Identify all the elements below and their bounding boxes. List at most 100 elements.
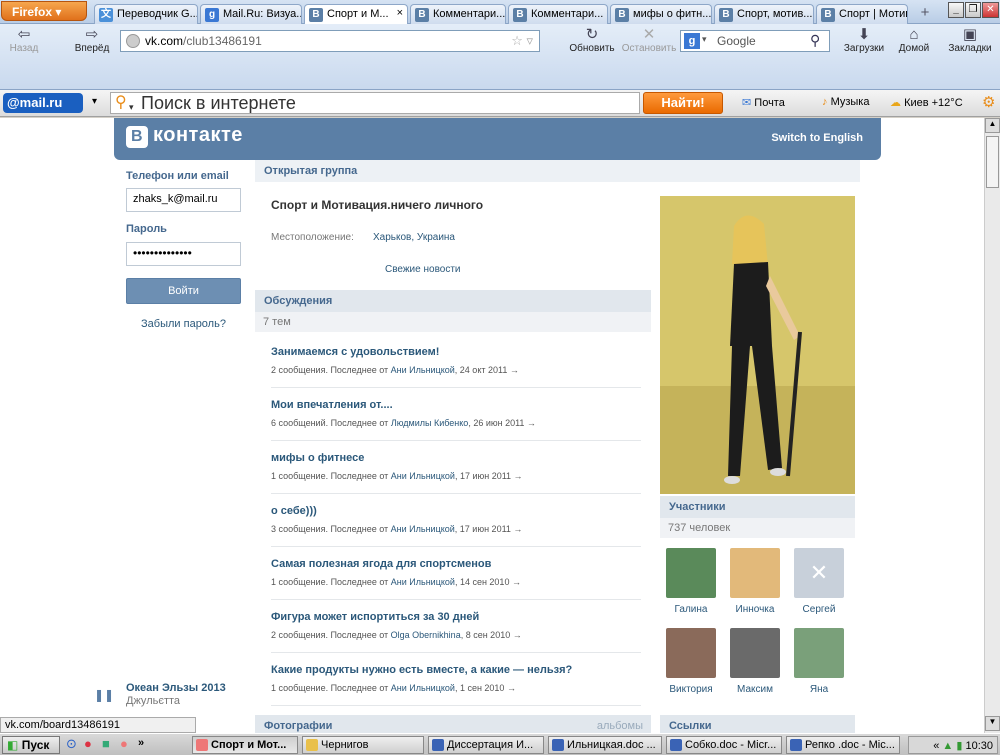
tab-1[interactable]: 文 Переводчик G... (94, 4, 198, 24)
close-tab-icon[interactable]: × (397, 7, 403, 19)
search-engine-box[interactable]: g ▾ Google (680, 30, 830, 52)
mail-button[interactable]: ✉ Почта (742, 96, 785, 109)
topic-author-link[interactable]: Ани Ильницкой (391, 524, 455, 534)
password-field[interactable]: •••••••••••••• (126, 242, 241, 266)
member-card[interactable]: Виктория (662, 628, 720, 695)
tab-6[interactable]: Bмифы о фитн... (610, 4, 712, 24)
taskbar-item[interactable]: Собко.doc - Micr... (666, 736, 782, 754)
opera-icon[interactable]: ● (84, 736, 98, 752)
weather-button[interactable]: ☁ Киев +12°C (890, 96, 963, 109)
search-engine-dropdown-icon[interactable]: ▾ (702, 34, 707, 45)
topic-title-link[interactable]: о себе))) (271, 505, 317, 517)
start-button[interactable]: ◧ Пуск (2, 736, 60, 754)
vertical-scrollbar[interactable]: ▲ ▼ (984, 118, 1000, 733)
more-quicklaunch-icon[interactable]: » (138, 737, 152, 753)
show-desktop-icon[interactable]: ⊙ (66, 736, 80, 752)
tab-4[interactable]: B Комментари... (410, 4, 506, 24)
topic-title-link[interactable]: Занимаемся с удовольствием! (271, 346, 439, 358)
topic-author-link[interactable]: Ани Ильницкой (391, 365, 455, 375)
scroll-up-icon[interactable]: ▲ (985, 118, 1000, 133)
email-field[interactable]: zhaks_k@mail.ru (126, 188, 241, 212)
taskbar-item[interactable]: Репко .doc - Mic... (786, 736, 900, 754)
discussions-header[interactable]: Обсуждения (255, 290, 651, 312)
stop-button[interactable]: ✕ Остановить (616, 26, 682, 62)
forward-button[interactable]: ⇨ Вперёд (70, 26, 114, 62)
tab-5[interactable]: B Комментари... (508, 4, 608, 24)
new-tab-button[interactable]: + (916, 4, 934, 22)
links-header[interactable]: Ссылки (660, 715, 855, 733)
forgot-password-link[interactable]: Забыли пароль? (126, 318, 241, 330)
member-card[interactable]: Инночка (726, 548, 784, 615)
clock-time[interactable]: 10:30 (965, 740, 993, 752)
network-icon[interactable]: ▲ (942, 740, 953, 752)
home-button[interactable]: ⌂ Домой (892, 26, 936, 62)
avatar[interactable] (730, 628, 780, 678)
default-avatar-icon[interactable]: ✕ (794, 548, 844, 598)
tab-7[interactable]: B Спорт, мотив... (714, 4, 814, 24)
location-link[interactable]: Харьков, Украина (373, 232, 455, 243)
login-button[interactable]: Войти (126, 278, 241, 304)
find-button[interactable]: Найти! (643, 92, 723, 114)
member-card[interactable]: Галина (662, 548, 720, 615)
minimize-button[interactable]: _ (948, 2, 964, 18)
close-window-button[interactable]: ✕ (982, 2, 999, 18)
mailru-menu-dropdown[interactable]: ▾ (92, 96, 97, 107)
member-name[interactable]: Яна (790, 684, 848, 695)
member-name[interactable]: Инночка (726, 604, 784, 615)
search-magnifier-icon[interactable]: ⚲ (810, 32, 820, 49)
vk-logo[interactable]: Вконтакте (126, 124, 243, 148)
back-button[interactable]: ⇦ Назад (4, 26, 44, 62)
topic-title-link[interactable]: Фигура может испортиться за 30 дней (271, 611, 479, 623)
settings-gear-icon[interactable]: ⚙ (982, 93, 998, 111)
firefox-quicklaunch-icon[interactable]: ● (120, 736, 134, 752)
tab-8[interactable]: B Спорт | Мотив... (816, 4, 908, 24)
restore-button[interactable]: ❐ (965, 2, 981, 18)
member-name[interactable]: Виктория (662, 684, 720, 695)
topic-title-link[interactable]: Самая полезная ягода для спортсменов (271, 558, 491, 570)
albums-link[interactable]: альбомы (597, 720, 643, 732)
bookmarks-button[interactable]: ▣ Закладки (940, 26, 1000, 62)
switch-language-link[interactable]: Switch to English (771, 132, 863, 144)
taskbar-item[interactable]: Спорт и Мот... (192, 736, 298, 754)
fresh-news-link[interactable]: Свежие новости (385, 264, 461, 275)
topic-author-link[interactable]: Людмилы Кибенко (391, 418, 469, 428)
taskbar-item[interactable]: Диссертация И... (428, 736, 544, 754)
topic-title-link[interactable]: мифы о фитнесе (271, 452, 364, 464)
avatar[interactable] (794, 628, 844, 678)
tray-expand-icon[interactable]: « (933, 740, 939, 752)
member-card[interactable]: ✕ Сергей (790, 548, 848, 615)
avatar[interactable] (730, 548, 780, 598)
downloads-button[interactable]: ⬇ Загрузки (836, 26, 892, 62)
scroll-down-icon[interactable]: ▼ (985, 716, 1000, 731)
topic-author-link[interactable]: Ани Ильницкой (391, 683, 455, 693)
member-card[interactable]: Максим (726, 628, 784, 695)
members-header[interactable]: Участники (660, 496, 855, 518)
mailru-search-input[interactable]: ⚲ ▾ Поиск в интернете (110, 92, 640, 114)
topic-author-link[interactable]: Ани Ильницкой (391, 577, 455, 587)
taskbar-item[interactable]: Чернигов (302, 736, 424, 754)
photos-header[interactable]: Фотографии альбомы (255, 715, 651, 733)
url-bar[interactable]: vk.com/club13486191 ☆ ▿ (120, 30, 540, 52)
firefox-menu-button[interactable]: Firefox ▾ (1, 1, 87, 21)
signal-icon[interactable]: ▮ (956, 740, 962, 752)
member-card[interactable]: Яна (790, 628, 848, 695)
topic-author-link[interactable]: Ани Ильницкой (391, 471, 455, 481)
scrollbar-thumb[interactable] (986, 136, 999, 188)
reload-button[interactable]: ↻ Обновить (566, 26, 618, 62)
pause-icon[interactable]: ❚❚ (94, 688, 114, 702)
member-name[interactable]: Галина (662, 604, 720, 615)
taskbar-item[interactable]: Ильницкая.doc ... (548, 736, 662, 754)
topic-author-link[interactable]: Olga Obernikhina (391, 630, 461, 640)
bookmark-star-icon[interactable]: ☆ ▿ (511, 33, 533, 49)
avatar[interactable] (666, 628, 716, 678)
topic-title-link[interactable]: Мои впечатления от.... (271, 399, 393, 411)
quicklaunch-app-icon[interactable]: ■ (102, 736, 116, 752)
group-avatar-photo[interactable] (660, 196, 855, 494)
avatar[interactable] (666, 548, 716, 598)
music-button[interactable]: ♪ Музыка (822, 96, 869, 108)
mailru-logo[interactable]: @mail.ru (3, 93, 83, 113)
topic-title-link[interactable]: Какие продукты нужно есть вместе, а каки… (271, 664, 572, 676)
tab-3[interactable]: B Спорт и М... × (304, 4, 408, 25)
tab-2[interactable]: g Mail.Ru: Визуа... (200, 4, 302, 24)
member-name[interactable]: Сергей (790, 604, 848, 615)
